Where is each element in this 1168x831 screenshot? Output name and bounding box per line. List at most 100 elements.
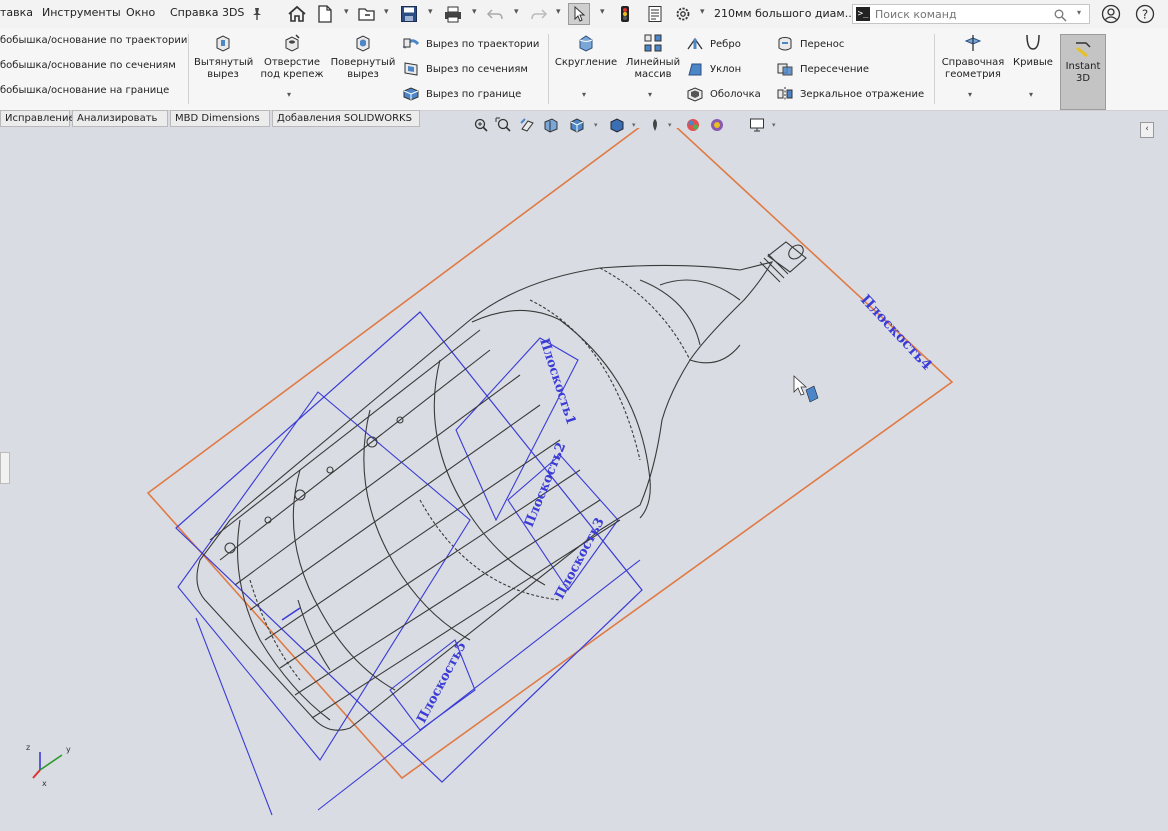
linear-pattern-button[interactable]: Линейный массив — [620, 32, 686, 81]
options-gear-icon[interactable] — [672, 3, 694, 25]
plane5-label[interactable]: Плоскость5 — [414, 639, 469, 725]
menu-bar: тавка Инструменты Окно Справка 3DS ▾ ▾ ▾… — [0, 0, 1168, 29]
search-magnifier-icon[interactable] — [1054, 7, 1067, 26]
select-dropdown-caret-icon[interactable]: ▾ — [600, 7, 605, 17]
pin-icon[interactable] — [246, 3, 268, 25]
swept-boss-button[interactable]: бобышка/основание по траектории — [0, 35, 187, 46]
select-pointer-icon[interactable] — [568, 3, 590, 25]
lofted-boss-button[interactable]: бобышка/основание по сечениям — [0, 60, 176, 71]
shell-icon — [687, 87, 703, 102]
fillet-dropdown-caret-icon[interactable]: ▾ — [582, 90, 586, 99]
swept-cut-button[interactable]: Вырез по траектории — [402, 36, 539, 52]
ribbon-divider — [548, 34, 549, 104]
save-icon[interactable] — [398, 3, 420, 25]
menu-tools[interactable]: Инструменты — [42, 6, 121, 19]
plane4-label[interactable]: Плоскость4 — [857, 292, 935, 374]
curves-dropdown-caret-icon[interactable]: ▾ — [1029, 90, 1033, 99]
bottle-model[interactable] — [196, 241, 807, 731]
boundary-boss-button[interactable]: бобышка/основание на границе — [0, 85, 169, 96]
mirror-icon — [777, 87, 793, 101]
triad-z-label: z — [26, 743, 30, 752]
linear-pattern-icon — [642, 32, 664, 54]
feature-tree-expand-handle[interactable] — [0, 452, 10, 484]
revolved-cut-icon — [352, 32, 374, 54]
mirror-button[interactable]: Зеркальное отражение — [776, 86, 924, 102]
extruded-cut-label-1: Вытянутый — [194, 57, 254, 68]
redo-icon[interactable] — [528, 3, 550, 25]
command-manager-ribbon: бобышка/основание по траектории бобышка/… — [0, 28, 1168, 111]
hole-wizard-label-2: под крепеж — [260, 69, 324, 80]
tab-evaluate-fix[interactable]: Исправление — [0, 110, 75, 127]
help-icon[interactable]: ? — [1134, 3, 1156, 25]
open-dropdown-caret-icon[interactable]: ▾ — [384, 7, 389, 17]
plane1-label[interactable]: Плоскость1 — [536, 337, 578, 427]
graphics-area[interactable]: Плоскость4 Плоскость1 Плоскость2 Плоскос… — [0, 128, 1168, 831]
rib-button[interactable]: Ребро — [686, 36, 741, 52]
reference-geometry-dropdown-caret-icon[interactable]: ▾ — [968, 90, 972, 99]
plane-blue-lower-edge[interactable] — [195, 617, 273, 816]
curves-label: Кривые — [1013, 57, 1053, 68]
new-document-icon[interactable] — [314, 3, 336, 25]
print-dropdown-caret-icon[interactable]: ▾ — [472, 7, 477, 17]
shell-button[interactable]: Оболочка — [686, 86, 761, 102]
fillet-icon — [575, 32, 597, 54]
boundary-cut-button[interactable]: Вырез по границе — [402, 86, 521, 102]
swept-boss-label: бобышка/основание по траектории — [0, 35, 188, 46]
tab-mbd-dimensions[interactable]: MBD Dimensions — [170, 110, 270, 127]
intersect-button[interactable]: Пересечение — [776, 61, 869, 77]
home-icon[interactable] — [286, 3, 308, 25]
instant3d-label-2: 3D — [1075, 73, 1091, 84]
options-dropdown-caret-icon[interactable]: ▾ — [700, 7, 705, 17]
task-pane-toggle-icon[interactable]: ‹ — [1140, 122, 1154, 138]
command-search[interactable]: >_ ▾ — [852, 4, 1090, 24]
tab-solidworks-addins[interactable]: Добавления SOLIDWORKS — [272, 110, 420, 127]
ribbon-divider — [188, 34, 189, 104]
print-icon[interactable] — [442, 3, 464, 25]
menu-window[interactable]: Окно — [126, 6, 155, 19]
command-prompt-icon: >_ — [856, 7, 870, 21]
mouse-cursor-icon — [793, 375, 808, 396]
extruded-cut-icon — [212, 32, 234, 54]
curves-button[interactable]: Кривые — [1010, 32, 1056, 69]
instant3d-button[interactable]: Instant 3D — [1060, 34, 1106, 110]
fillet-label: Скругление — [554, 57, 618, 68]
reference-geometry-label-2: геометрия — [945, 69, 1001, 80]
wrap-icon — [778, 37, 792, 51]
instant3d-label-1: Instant — [1065, 61, 1101, 72]
redo-dropdown-caret-icon[interactable]: ▾ — [556, 7, 561, 17]
reference-geometry-icon — [962, 32, 984, 54]
hole-wizard-label-1: Отверстие — [263, 57, 321, 68]
search-input[interactable] — [875, 6, 1055, 22]
hole-wizard-dropdown-caret-icon[interactable]: ▾ — [287, 90, 291, 99]
new-dropdown-caret-icon[interactable]: ▾ — [344, 7, 349, 17]
revolved-cut-button[interactable]: Повернутый вырез — [328, 32, 398, 81]
tab-analyze[interactable]: Анализировать — [72, 110, 168, 127]
file-properties-icon[interactable] — [644, 3, 666, 25]
plane-blue-large[interactable] — [175, 311, 643, 783]
linear-pattern-dropdown-caret-icon[interactable]: ▾ — [648, 90, 652, 99]
draft-icon — [688, 63, 702, 76]
undo-dropdown-caret-icon[interactable]: ▾ — [514, 7, 519, 17]
reference-geometry-button[interactable]: Справочная геометрия — [938, 32, 1008, 81]
save-dropdown-caret-icon[interactable]: ▾ — [428, 7, 433, 17]
ribbon-divider — [934, 34, 935, 104]
wrap-button[interactable]: Перенос — [776, 36, 844, 52]
undo-icon[interactable] — [484, 3, 506, 25]
menu-help-3ds[interactable]: Справка 3DS — [170, 6, 244, 19]
menu-edit[interactable]: тавка — [0, 6, 33, 19]
open-folder-icon[interactable] — [356, 3, 378, 25]
swept-cut-label: Вырез по траектории — [426, 38, 540, 50]
svg-text:?: ? — [1142, 8, 1148, 22]
plane2-label[interactable]: Плоскость2 — [522, 440, 570, 529]
fillet-button[interactable]: Скругление — [552, 32, 620, 69]
search-dropdown-caret-icon[interactable]: ▾ — [1077, 8, 1081, 17]
plane-cursor-icon — [805, 385, 819, 403]
rebuild-traffic-light-icon[interactable] — [614, 3, 636, 25]
extruded-cut-button[interactable]: Вытянутый вырез — [194, 32, 254, 81]
draft-button[interactable]: Уклон — [686, 61, 741, 77]
user-account-icon[interactable] — [1100, 3, 1122, 25]
lofted-cut-button[interactable]: Вырез по сечениям — [402, 61, 528, 77]
reference-geometry-label-1: Справочная — [941, 57, 1005, 68]
lofted-cut-label: Вырез по сечениям — [426, 63, 528, 75]
hole-wizard-button[interactable]: Отверстие под крепеж — [258, 32, 326, 81]
